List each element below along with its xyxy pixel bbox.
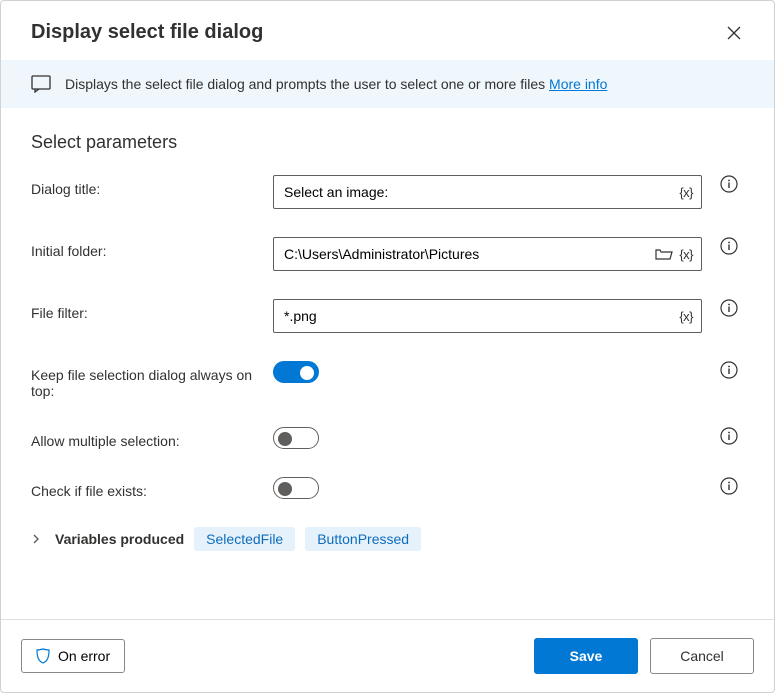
info-icon-check-exists[interactable] <box>714 477 744 495</box>
variables-produced-row: Variables produced SelectedFile ButtonPr… <box>31 527 744 551</box>
on-error-button[interactable]: On error <box>21 639 125 673</box>
info-icon-allow-multiple[interactable] <box>714 427 744 445</box>
section-title: Select parameters <box>31 132 744 153</box>
info-icon-keep-on-top[interactable] <box>714 361 744 379</box>
toggle-allow-multiple[interactable] <box>273 427 319 449</box>
input-dialog-title[interactable] <box>284 184 673 200</box>
banner-text: Displays the select file dialog and prom… <box>65 76 607 92</box>
toggle-check-exists[interactable] <box>273 477 319 499</box>
row-file-filter: File filter: {x} <box>31 299 744 333</box>
dialog-header: Display select file dialog <box>1 1 774 60</box>
dialog-footer: On error Save Cancel <box>1 619 774 692</box>
cancel-button[interactable]: Cancel <box>650 638 754 674</box>
browse-folder-icon[interactable] <box>655 247 673 261</box>
input-initial-folder-wrapper: {x} <box>273 237 702 271</box>
variable-token-icon[interactable]: {x} <box>679 185 693 200</box>
input-file-filter[interactable] <box>284 308 673 324</box>
message-icon <box>31 74 51 94</box>
more-info-link[interactable]: More info <box>549 76 607 92</box>
row-keep-on-top: Keep file selection dialog always on top… <box>31 361 744 399</box>
row-dialog-title: Dialog title: {x} <box>31 175 744 209</box>
info-icon-dialog-title[interactable] <box>714 175 744 193</box>
row-check-exists: Check if file exists: <box>31 477 744 499</box>
label-check-exists: Check if file exists: <box>31 477 261 499</box>
label-keep-on-top: Keep file selection dialog always on top… <box>31 361 261 399</box>
info-icon-file-filter[interactable] <box>714 299 744 317</box>
label-allow-multiple: Allow multiple selection: <box>31 427 261 449</box>
row-allow-multiple: Allow multiple selection: <box>31 427 744 449</box>
dialog-title: Display select file dialog <box>31 21 263 44</box>
chevron-right-icon[interactable] <box>31 534 45 544</box>
label-dialog-title: Dialog title: <box>31 175 261 197</box>
info-banner: Displays the select file dialog and prom… <box>1 60 774 108</box>
save-button[interactable]: Save <box>534 638 638 674</box>
close-icon <box>727 26 741 40</box>
label-file-filter: File filter: <box>31 299 261 321</box>
input-file-filter-wrapper: {x} <box>273 299 702 333</box>
label-initial-folder: Initial folder: <box>31 237 261 259</box>
toggle-keep-on-top[interactable] <box>273 361 319 383</box>
on-error-label: On error <box>58 648 110 664</box>
variable-token-icon[interactable]: {x} <box>679 247 693 262</box>
input-dialog-title-wrapper: {x} <box>273 175 702 209</box>
banner-text-content: Displays the select file dialog and prom… <box>65 76 549 92</box>
variables-produced-label: Variables produced <box>55 531 184 547</box>
input-initial-folder[interactable] <box>284 246 649 262</box>
variable-token-icon[interactable]: {x} <box>679 309 693 324</box>
variable-chip-buttonpressed[interactable]: ButtonPressed <box>305 527 421 551</box>
shield-icon <box>36 648 50 664</box>
close-button[interactable] <box>724 23 744 43</box>
variable-chip-selectedfile[interactable]: SelectedFile <box>194 527 295 551</box>
row-initial-folder: Initial folder: {x} <box>31 237 744 271</box>
dialog-content: Select parameters Dialog title: {x} Init… <box>1 108 774 619</box>
info-icon-initial-folder[interactable] <box>714 237 744 255</box>
